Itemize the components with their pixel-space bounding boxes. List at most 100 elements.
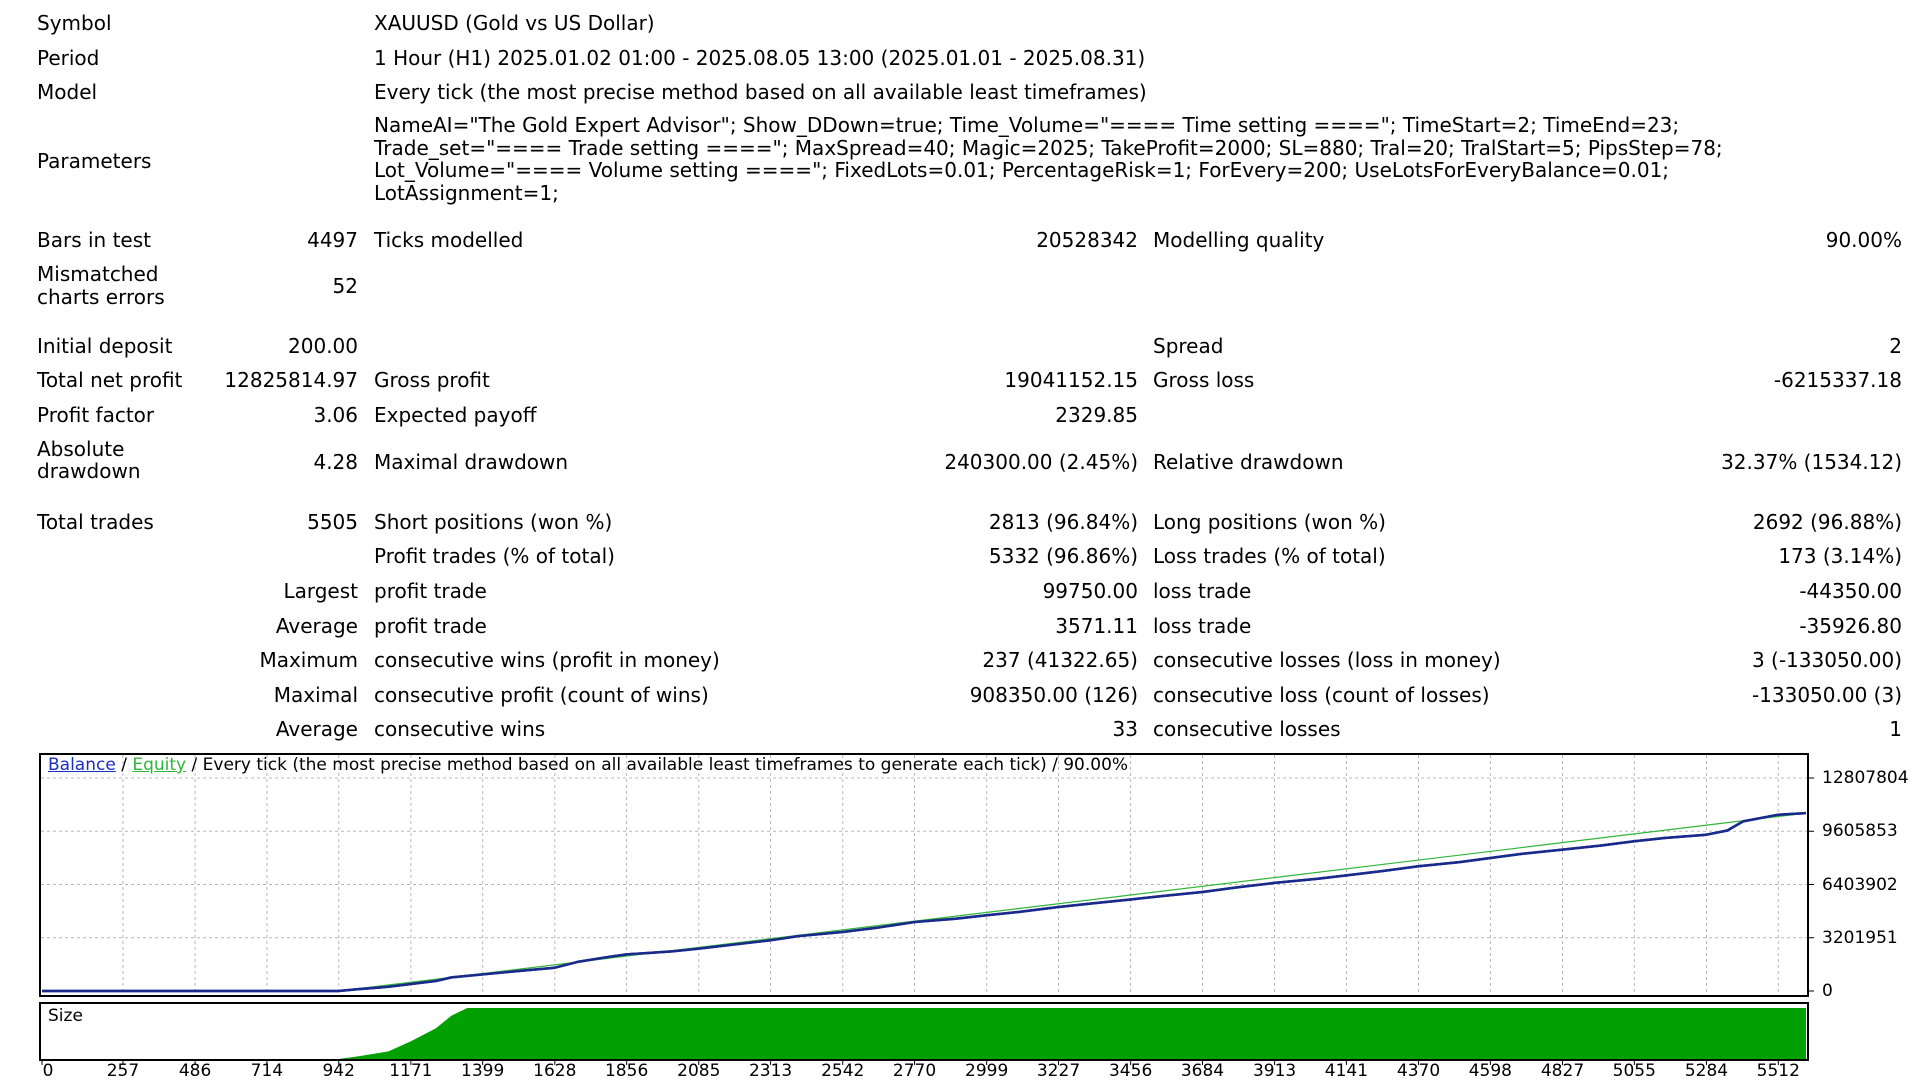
abs-dd-value: 4.28 (313, 450, 358, 474)
parameters-line: LotAssignment=1; (374, 180, 559, 205)
max-cons-losses-value: 3 (-133050.00) (1751, 648, 1902, 672)
max-dd-value: 240300.00 (2.45%) (944, 450, 1138, 474)
max-dd-label: Maximal drawdown (374, 450, 569, 474)
x-tick-label: 1171 (389, 1061, 433, 1080)
x-tick-label: 4598 (1468, 1061, 1512, 1080)
y-tick-label: 6403902 (1822, 874, 1898, 895)
parameters-value: NameAI="The Gold Expert Advisor"; Show_D… (374, 114, 1723, 204)
chart-frame (39, 753, 1809, 997)
parameters-line: Lot_Volume="==== Volume setting ===="; F… (374, 158, 1670, 182)
largest-profit-value: 99750.00 (1042, 579, 1138, 603)
x-tick-label: 2313 (748, 1061, 793, 1080)
maximal-loss-value: -133050.00 (3) (1751, 683, 1902, 707)
avg-cons-label: Average (275, 717, 358, 741)
x-tick-label: 2085 (677, 1061, 721, 1080)
bars-value: 4497 (307, 228, 358, 252)
expected-payoff-value: 2329.85 (1055, 403, 1138, 427)
x-tick-label: 0 (42, 1061, 54, 1080)
parameters-line: NameAI="The Gold Expert Advisor"; Show_D… (374, 113, 1680, 137)
profit-factor-label: Profit factor (37, 403, 155, 427)
period-label: Period (37, 46, 100, 70)
long-positions-value: 2692 (96.88%) (1752, 510, 1902, 534)
profit-trades-value: 5332 (96.86%) (988, 544, 1138, 568)
expected-payoff-label: Expected payoff (374, 403, 537, 427)
x-tick-label: 3227 (1036, 1061, 1081, 1080)
chart-title-rest: / Every tick (the most precise method ba… (186, 755, 1129, 775)
avg-cons-wins-value: 33 (1112, 717, 1138, 741)
x-tick-label: 4141 (1324, 1061, 1369, 1080)
largest-label: Largest (283, 579, 358, 603)
period-value: 1 Hour (H1) 2025.01.02 01:00 - 2025.08.0… (374, 46, 1146, 70)
y-tick-label: 9605853 (1822, 821, 1898, 842)
deposit-label: Initial deposit (37, 334, 173, 358)
x-tick-label: 486 (178, 1061, 212, 1080)
largest-loss-value: -44350.00 (1799, 579, 1902, 603)
y-tick-label: 0 (1822, 981, 1833, 1001)
spread-value: 2 (1889, 334, 1902, 358)
symbol-label: Symbol (37, 11, 112, 35)
mismatch-label-1: Mismatched (37, 262, 159, 286)
deposit-value: 200.00 (288, 334, 358, 358)
equity-legend-link[interactable]: Equity (132, 755, 186, 775)
model-label: Model (37, 80, 98, 104)
balance-legend-link[interactable]: Balance (48, 755, 116, 775)
gross-loss-value: -6215337.18 (1773, 368, 1902, 392)
maximal-profit-label: consecutive profit (count of wins) (374, 683, 709, 707)
long-positions-label: Long positions (won %) (1153, 510, 1386, 534)
x-tick-label: 5512 (1756, 1061, 1800, 1080)
chart-title: Balance / Equity / Every tick (the most … (48, 755, 1128, 775)
abs-dd-label-1: Absolute (37, 437, 125, 461)
x-tick-label: 942 (322, 1061, 355, 1080)
net-profit-label: Total net profit (37, 368, 183, 392)
x-tick-label: 1399 (461, 1061, 505, 1080)
x-tick-label: 5055 (1612, 1061, 1656, 1080)
bars-label: Bars in test (37, 228, 151, 252)
avg-cons-losses-label: consecutive losses (1153, 717, 1341, 741)
parameters-label: Parameters (37, 149, 152, 173)
x-tick-label: 2770 (892, 1061, 937, 1080)
total-trades-label: Total trades (37, 510, 154, 534)
average-profit-value: 3571.11 (1055, 614, 1138, 638)
maximum-label: Maximum (259, 648, 358, 672)
avg-cons-wins-label: consecutive wins (374, 717, 546, 741)
ticks-value: 20528342 (1036, 228, 1138, 252)
max-cons-wins-value: 237 (41322.65) (982, 648, 1138, 672)
spread-label: Spread (1153, 334, 1224, 358)
x-tick-label: 4370 (1396, 1061, 1441, 1080)
x-tick-label: 3456 (1108, 1061, 1153, 1080)
maximal-label: Maximal (273, 683, 358, 707)
total-trades-value: 5505 (307, 510, 358, 534)
gross-profit-value: 19041152.15 (1004, 368, 1138, 392)
profit-trades-label: Profit trades (% of total) (374, 544, 615, 568)
gross-profit-label: Gross profit (374, 368, 490, 392)
parameters-line: Trade_set="==== Trade setting ===="; Max… (374, 135, 1723, 160)
loss-trades-value: 173 (3.14%) (1778, 544, 1902, 568)
chart-title-sep: / (115, 755, 133, 775)
loss-trades-label: Loss trades (% of total) (1153, 544, 1386, 568)
x-tick-label: 1856 (604, 1061, 649, 1080)
rel-dd-label: Relative drawdown (1153, 450, 1344, 474)
ticks-label: Ticks modelled (374, 228, 524, 252)
net-profit-value: 12825814.97 (224, 368, 358, 392)
maximal-profit-value: 908350.00 (126) (969, 683, 1138, 707)
mismatch-label-2: charts errors (37, 285, 165, 309)
maximal-loss-label: consecutive loss (count of losses) (1153, 683, 1490, 707)
x-tick-label: 1628 (533, 1061, 577, 1080)
symbol-value: XAUUSD (Gold vs US Dollar) (374, 11, 655, 35)
average-profit-label: profit trade (374, 614, 487, 638)
profit-factor-value: 3.06 (313, 403, 358, 427)
balance-chart (39, 753, 1814, 997)
short-positions-label: Short positions (won %) (374, 510, 613, 534)
largest-profit-label: profit trade (374, 579, 487, 603)
y-tick-label: 3201951 (1822, 927, 1898, 948)
average-loss-label: loss trade (1153, 614, 1252, 638)
largest-loss-label: loss trade (1153, 579, 1252, 603)
rel-dd-value: 32.37% (1534.12) (1721, 450, 1902, 474)
max-cons-wins-label: consecutive wins (profit in money) (374, 648, 720, 672)
x-tick-label: 3684 (1180, 1061, 1225, 1080)
x-tick-label: 2999 (965, 1061, 1009, 1080)
average-label: Average (275, 614, 358, 638)
x-tick-label: 4827 (1540, 1061, 1585, 1080)
x-tick-label: 714 (250, 1061, 284, 1080)
max-cons-losses-label: consecutive losses (loss in money) (1153, 648, 1501, 672)
